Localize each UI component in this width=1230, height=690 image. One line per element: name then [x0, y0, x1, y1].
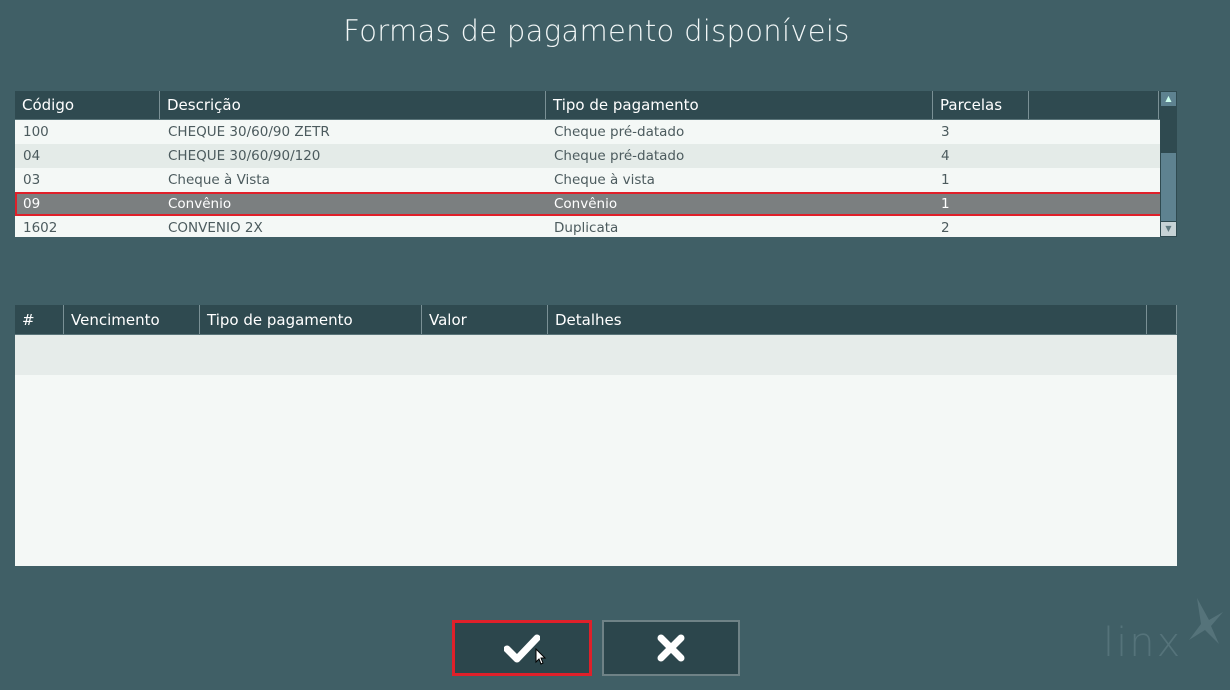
payment-methods-table: Código Descrição Tipo de pagamento Parce… [15, 91, 1177, 237]
scrollbar-thumb[interactable] [1161, 153, 1176, 221]
column-header-codigo[interactable]: Código [15, 91, 160, 119]
cell-parcelas: 1 [941, 196, 950, 212]
empty-row [15, 335, 1177, 375]
column-header-number[interactable]: # [15, 305, 64, 334]
table-row[interactable]: 03 Cheque à Vista Cheque à vista 1 [15, 168, 1177, 192]
column-header-parcelas[interactable]: Parcelas [933, 91, 1029, 119]
cell-descricao: CONVENIO 2X [168, 220, 263, 236]
cell-descricao: Convênio [168, 196, 232, 212]
column-header-vencimento[interactable]: Vencimento [64, 305, 200, 334]
table-row[interactable]: 100 CHEQUE 30/60/90 ZETR Cheque pré-data… [15, 120, 1177, 144]
cell-descricao: CHEQUE 30/60/90 ZETR [168, 124, 330, 140]
cell-codigo: 100 [23, 124, 49, 140]
logo-text: linx [1103, 620, 1183, 666]
cell-codigo: 1602 [23, 220, 58, 236]
table-header: Código Descrição Tipo de pagamento Parce… [15, 91, 1177, 120]
cancel-button[interactable] [602, 620, 740, 676]
cell-tipo: Cheque pré-datado [554, 124, 685, 140]
cell-tipo: Convênio [554, 196, 618, 212]
cell-parcelas: 3 [941, 124, 950, 140]
table-row[interactable]: 1602 CONVENIO 2X Duplicata 2 [15, 216, 1177, 237]
brand-logo: linx [1097, 590, 1227, 670]
installments-table: # Vencimento Tipo de pagamento Valor Det… [15, 305, 1177, 566]
cell-descricao: CHEQUE 30/60/90/120 [168, 148, 321, 164]
table-header: # Vencimento Tipo de pagamento Valor Det… [15, 305, 1177, 335]
column-header-descricao[interactable]: Descrição [160, 91, 546, 119]
page-title: Formas de pagamento disponíveis [343, 14, 850, 48]
cell-codigo: 03 [23, 172, 41, 188]
cell-descricao: Cheque à Vista [168, 172, 270, 188]
column-header-tipo[interactable]: Tipo de pagamento [546, 91, 933, 119]
confirm-button[interactable] [452, 620, 592, 676]
column-header-extra [1029, 91, 1159, 119]
cell-parcelas: 4 [941, 148, 950, 164]
cell-codigo: 04 [23, 148, 41, 164]
cell-tipo: Duplicata [554, 220, 619, 236]
scroll-up-icon[interactable]: ▲ [1161, 92, 1176, 106]
column-header-valor[interactable]: Valor [422, 305, 548, 334]
cell-parcelas: 1 [941, 172, 950, 188]
table-row-selected[interactable]: 09 Convênio Convênio 1 [15, 192, 1177, 216]
cell-codigo: 09 [23, 196, 41, 212]
cell-tipo: Cheque pré-datado [554, 148, 685, 164]
column-header-detalhes[interactable]: Detalhes [548, 305, 1147, 334]
table-row[interactable]: 04 CHEQUE 30/60/90/120 Cheque pré-datado… [15, 144, 1177, 168]
cell-tipo: Cheque à vista [554, 172, 655, 188]
close-x-icon [657, 634, 685, 662]
vertical-scrollbar[interactable]: ▲ ▼ [1160, 91, 1177, 237]
column-header-extra [1147, 305, 1177, 334]
column-header-tipo[interactable]: Tipo de pagamento [200, 305, 422, 334]
mouse-cursor-icon [535, 648, 547, 665]
cell-parcelas: 2 [941, 220, 950, 236]
scroll-down-icon[interactable]: ▼ [1161, 222, 1176, 236]
